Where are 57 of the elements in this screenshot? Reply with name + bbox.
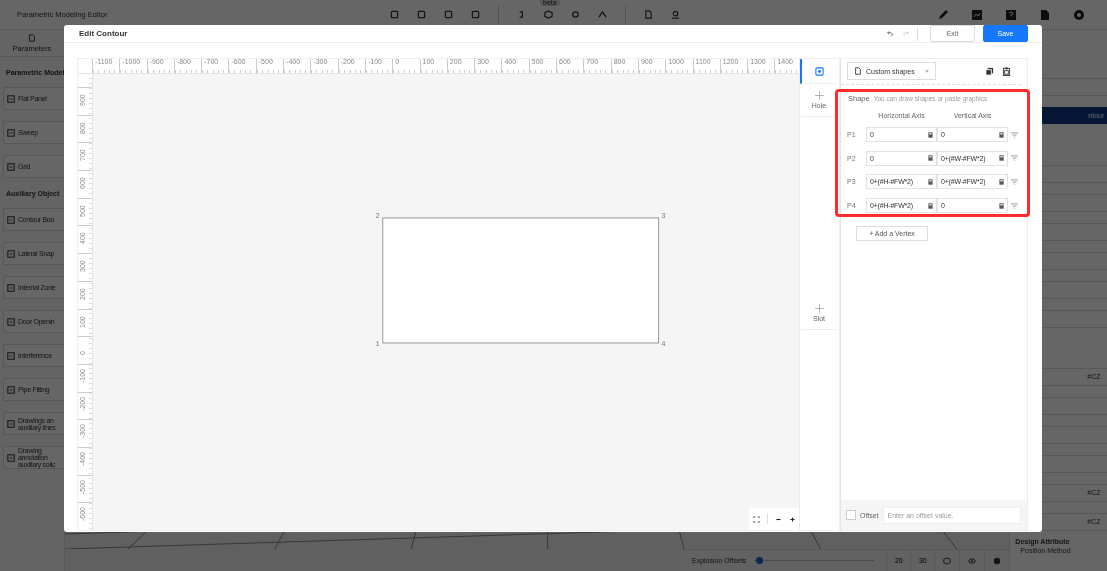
copy-icon[interactable] <box>985 66 994 76</box>
eye-icon[interactable] <box>968 556 977 565</box>
calculator-icon[interactable] <box>999 131 1004 138</box>
settings-icon[interactable] <box>1073 8 1085 21</box>
vertex-label: 2 <box>375 211 380 220</box>
info-icon[interactable] <box>993 556 1002 565</box>
calculator-icon[interactable] <box>928 179 933 185</box>
drawing-canvas[interactable]: 2 3 1 4 <box>93 74 799 530</box>
slider-thumb[interactable] <box>755 557 763 564</box>
shape-tool-tab[interactable] <box>800 59 836 84</box>
help-icon[interactable] <box>1005 8 1017 21</box>
calculator-icon[interactable] <box>928 131 933 138</box>
panel-icon <box>7 317 15 326</box>
toolbar-icon[interactable] <box>671 10 680 19</box>
vertex-label: 4 <box>661 339 666 349</box>
document-icon[interactable] <box>1039 8 1051 21</box>
chart-icon[interactable] <box>971 8 983 21</box>
paste-icon[interactable] <box>1002 66 1011 76</box>
caret-icon <box>924 69 929 73</box>
toolbar-icon[interactable] <box>517 10 526 19</box>
calculator-icon[interactable] <box>999 155 1004 162</box>
calculator-icon[interactable] <box>999 202 1004 209</box>
toolbar-icon[interactable] <box>571 10 580 19</box>
panel-icon <box>7 162 15 171</box>
document-icon <box>854 67 862 75</box>
calculator-icon[interactable] <box>928 202 933 209</box>
cube-icon[interactable] <box>544 10 553 19</box>
toolbar-icon[interactable] <box>444 10 453 19</box>
document-icon <box>28 34 36 42</box>
panel-icon <box>7 385 15 394</box>
plus-icon <box>814 91 824 100</box>
pencil-icon[interactable] <box>937 8 949 21</box>
cube-icon[interactable] <box>943 556 952 565</box>
vertex-label: 3 <box>661 211 666 220</box>
plus-icon <box>814 304 824 313</box>
panel-icon <box>7 351 15 360</box>
toolbar-icon[interactable] <box>390 10 399 19</box>
calculator-icon[interactable] <box>999 179 1004 185</box>
panel-icon <box>7 128 15 137</box>
shape-icon <box>814 66 824 76</box>
panel-icon <box>7 215 15 224</box>
offset-checkbox[interactable] <box>846 510 856 520</box>
toolbar-icon[interactable] <box>598 10 607 19</box>
vertex-label: 1 <box>375 339 380 349</box>
fit-screen-icon[interactable] <box>752 515 760 523</box>
panel-icon <box>7 249 15 258</box>
dialog-title: Edit Contour <box>79 29 128 38</box>
panel-icon <box>7 283 15 292</box>
document-icon[interactable] <box>644 10 653 19</box>
panel-icon <box>7 453 15 462</box>
toolbar-icon[interactable] <box>471 10 480 19</box>
panel-icon <box>7 94 15 103</box>
panel-icon <box>7 419 15 428</box>
zoom-in-icon[interactable] <box>788 515 796 523</box>
toolbar-icon[interactable] <box>417 10 426 19</box>
calculator-icon[interactable] <box>928 155 933 162</box>
undo-icon[interactable] <box>887 30 894 37</box>
